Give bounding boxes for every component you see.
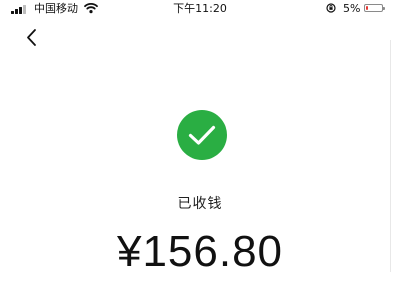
battery-icon <box>364 4 385 12</box>
status-bar: 中国移动 下午11:20 5% <box>0 0 400 18</box>
battery-percent: 5% <box>343 2 361 15</box>
payment-result-screen: 中国移动 下午11:20 5% 已收钱 ¥156.80 <box>0 0 400 281</box>
payment-amount: ¥156.80 <box>116 227 284 276</box>
chevron-left-icon <box>27 29 36 46</box>
orientation-lock-icon <box>326 3 336 13</box>
back-button[interactable] <box>20 26 44 50</box>
status-time: 下午11:20 <box>173 2 227 15</box>
checkmark-circle-icon <box>177 110 227 160</box>
battery-level-fill <box>366 6 368 10</box>
payment-status-text: 已收钱 <box>177 196 223 212</box>
